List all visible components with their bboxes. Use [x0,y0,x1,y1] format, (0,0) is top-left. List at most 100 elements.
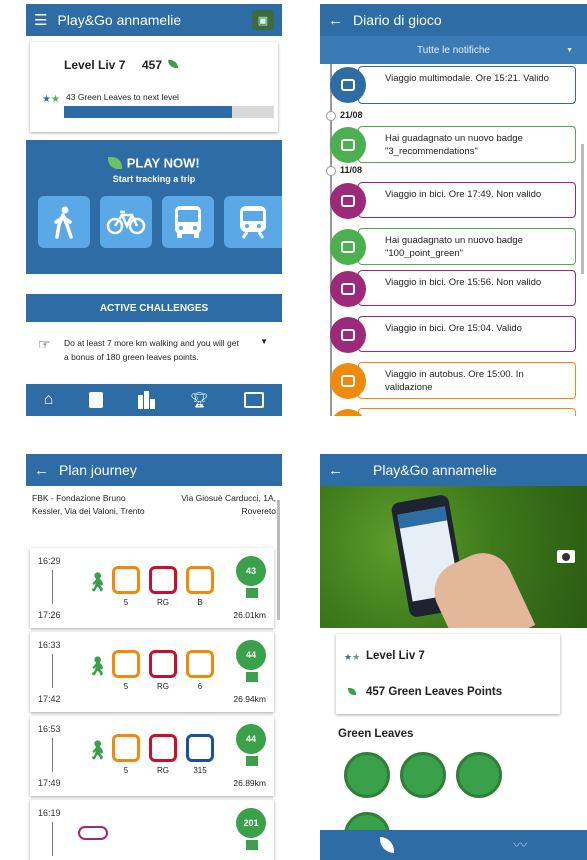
vehicle-icon [186,734,214,762]
points-badge: 44 [236,724,266,754]
level-card: Level Liv 7 457 ★★ 43 Green Leaves to ne… [30,42,278,132]
line-label: 315 [193,766,207,775]
camera-icon[interactable] [557,550,575,563]
badge-icon [330,127,366,163]
vehicle-icon [112,650,140,678]
back-arrow-icon[interactable]: ← [328,462,343,479]
bus-button[interactable] [162,196,214,248]
menu-icon[interactable]: ☰ [34,11,47,29]
vehicle-icon [186,566,214,594]
avatar[interactable]: ▣ [252,10,274,30]
walk-icon: 🚶︎ [86,572,109,592]
notification-card[interactable]: Viaggio multimodale. Ore 15:21. Valido [358,66,576,104]
route-card[interactable]: 16:29 17:26 🚶︎ 5 RG B 43 26.01km [30,548,274,628]
ribbon-icon [246,672,258,682]
home-icon[interactable]: ⌂ [44,391,54,409]
timeline-dot [326,111,336,121]
time-line [52,738,53,772]
vehicle-icon [112,734,140,762]
next-level-text: 43 Green Leaves to next level [66,92,179,102]
bottom-tab-bar: 〰 [320,830,587,860]
bike-button[interactable] [100,196,152,248]
challenge-item[interactable]: ☞ Do at least 7 more km walking and you … [26,334,282,378]
distance: 26.01km [233,610,266,620]
ribbon-icon [246,756,258,766]
stats-tab-icon[interactable]: 〰 [513,835,527,855]
bus-icon [330,363,366,399]
train-button[interactable] [224,196,282,248]
level-label: Level Liv 7 [64,58,126,72]
date-label: 21/08 [340,110,363,120]
trophy-icon[interactable]: 🏆︎ [190,391,209,409]
notification-text: Viaggio in autobus. Ore 15:00. In valida… [385,369,524,393]
leaderboard-icon[interactable] [137,391,155,409]
badge-icon[interactable] [456,752,502,798]
green-leaves-points: 457 Green Leaves Points [366,686,503,698]
points-badge: 201 [236,808,266,838]
notification-text: Viaggio in bici. Ore 15:04. Valido [385,323,522,334]
ribbon-icon [246,588,258,598]
bottom-tab-bar: ⌂ 🏆︎ [26,384,282,416]
vehicle-icon [149,734,177,762]
bike-icon [330,271,366,307]
multimodal-icon [330,67,366,103]
scrollbar[interactable] [277,500,280,620]
level-progress-fill [64,106,232,118]
expand-icon[interactable]: ▼ [260,337,268,346]
badge-icon[interactable] [344,752,390,798]
ribbon-icon [246,840,258,850]
walk-button[interactable] [38,196,90,248]
end-time: 17:49 [38,778,61,788]
vehicle-icon [112,566,140,594]
line-label: B [197,598,203,607]
bike-icon [330,317,366,353]
bike-icon [78,826,108,840]
distance: 26.94km [233,694,266,704]
notification-text: Hai guadagnato un nuovo badge "100_point… [385,235,523,259]
bus-stop-icon[interactable] [244,392,265,408]
points-badge: 44 [236,640,266,670]
leaf-tab-icon[interactable] [379,837,394,853]
start-time: 16:53 [38,724,61,734]
notification-card[interactable]: Viaggio in bici. Ore 15:56. Non valido [358,270,576,306]
notification-card[interactable]: Hai guadagnato un nuovo badge "100_point… [358,228,576,265]
notification-card[interactable]: Viaggio in bici. Ore 15:04. Valido [358,316,576,352]
badge-icon [330,229,366,265]
points-badge: 43 [236,556,266,586]
notification-text: Hai guadagnato un nuovo badge "3_recomme… [385,133,523,157]
level-card: ★★ Level Liv 7 457 Green Leaves Points [336,634,560,714]
notification-card[interactable]: Hai guadagnato un nuovo badge "3_recomme… [358,126,576,163]
level-progress [64,106,274,118]
route-card[interactable]: 16:33 17:42 🚶︎ 5 RG 6 44 26.94km [30,632,274,712]
vehicle-icon [149,566,177,594]
profile-photo [320,486,587,628]
game-diary-screen: ← Diario di gioco Tutte le notifiche ▼ 2… [320,4,587,416]
notification-card[interactable]: Viaggio in autobus. Ore 15:00. In valida… [358,362,576,399]
start-time: 16:19 [38,808,61,818]
badge-icon[interactable] [400,752,446,798]
diary-icon[interactable] [88,392,103,408]
notification-card[interactable]: Viaggio in bici. Ore 17:49. Non valido [358,182,576,218]
play-now-label: PLAY NOW! [126,155,200,171]
vehicle-icon [149,650,177,678]
date-label: 11/08 [340,165,363,175]
active-challenges-header: ACTIVE CHALLENGES [26,294,282,322]
route-card[interactable]: 16:53 17:49 🚶︎ 5 RG 315 44 26.89km [30,716,274,796]
pointing-hand-icon: ☞ [38,336,51,352]
notification-text: Viaggio in autobus. Ore 15:00. In [385,415,524,416]
notification-card[interactable]: Viaggio in autobus. Ore 15:00. In [358,408,576,416]
time-line [52,654,53,688]
line-label: 6 [197,682,203,691]
back-arrow-icon[interactable]: ← [34,462,49,479]
notification-filter[interactable]: Tutte le notifiche ▼ [320,36,587,64]
route-card[interactable]: 16:19 201 [30,800,274,860]
back-arrow-icon[interactable]: ← [328,12,343,29]
scrollbar[interactable] [581,144,584,274]
timeline-dot [326,166,336,176]
screen-title: Diario di gioco [353,12,442,28]
start-time: 16:33 [38,640,61,650]
line-label: 5 [123,682,129,691]
play-now-panel: PLAY NOW! Start tracking a trip [26,140,282,274]
vehicle-icon [186,650,214,678]
app-bar: ☰ Play&Go annamelie ▣ [26,4,282,36]
